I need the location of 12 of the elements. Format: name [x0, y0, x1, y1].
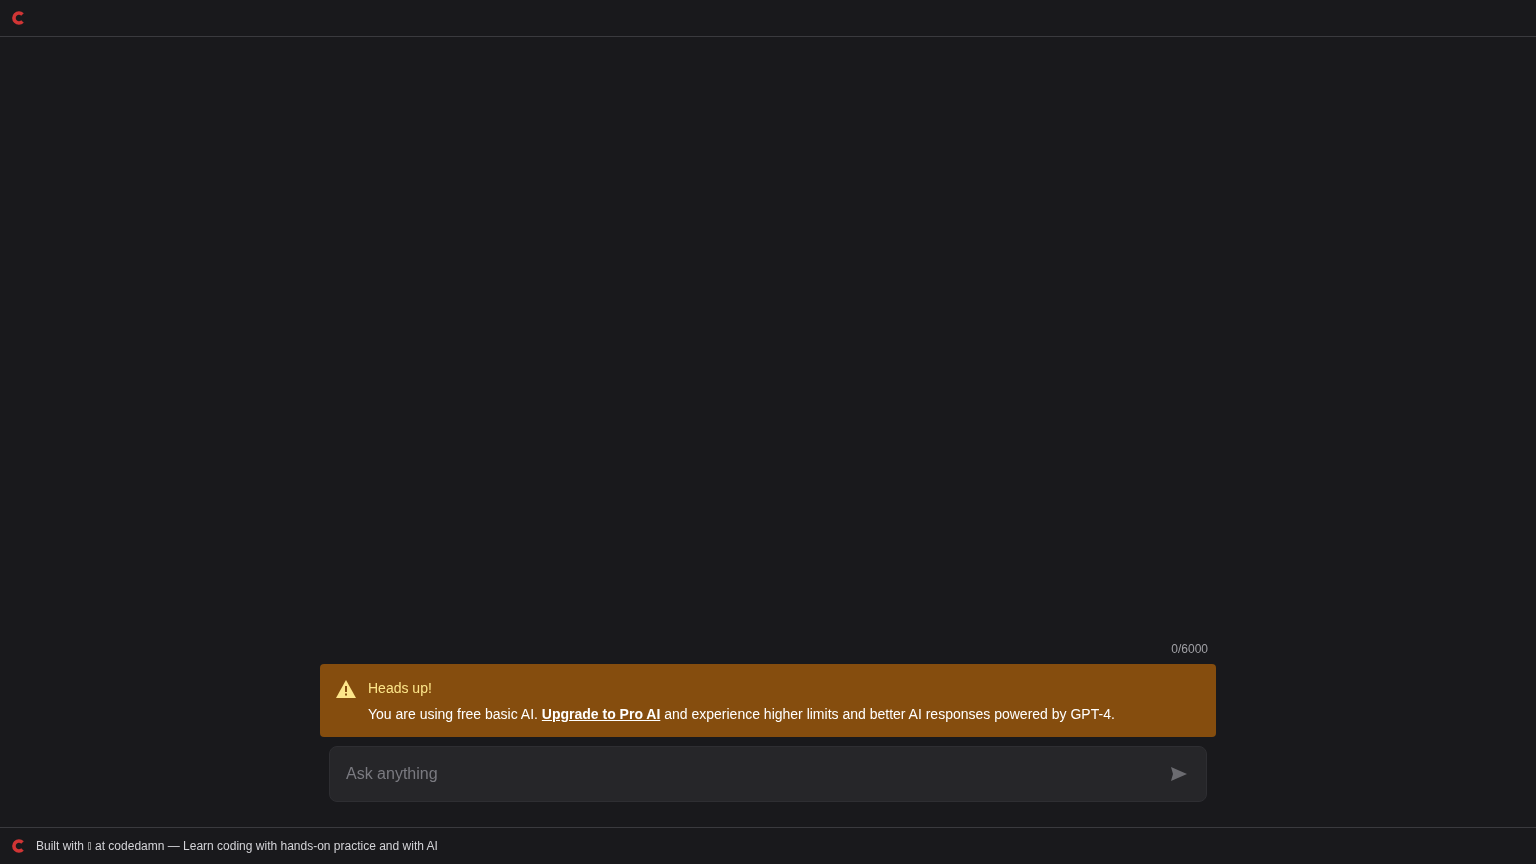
footer-text: Built with: [36, 839, 85, 853]
footer-text: at codedamn — Learn coding with hands-on practice and with AI: [95, 839, 438, 853]
upgrade-link[interactable]: Upgrade to Pro AI: [541, 706, 661, 722]
send-icon[interactable]: [1171, 767, 1187, 781]
alert-title: Heads up!: [368, 680, 433, 696]
warning-icon: [336, 680, 356, 698]
missing-glyph-icon: [88, 842, 92, 850]
alert-message: You are using free basic AI. Upgrade to Pro AI and experience higher limits and better AI responses powered by GPT-4.: [368, 706, 1115, 722]
logo-icon: [11, 838, 25, 854]
ask-input-field[interactable]: Ask anything: [329, 746, 1207, 802]
logo-icon[interactable]: [11, 10, 25, 26]
character-counter: 0/6000: [1171, 642, 1208, 656]
